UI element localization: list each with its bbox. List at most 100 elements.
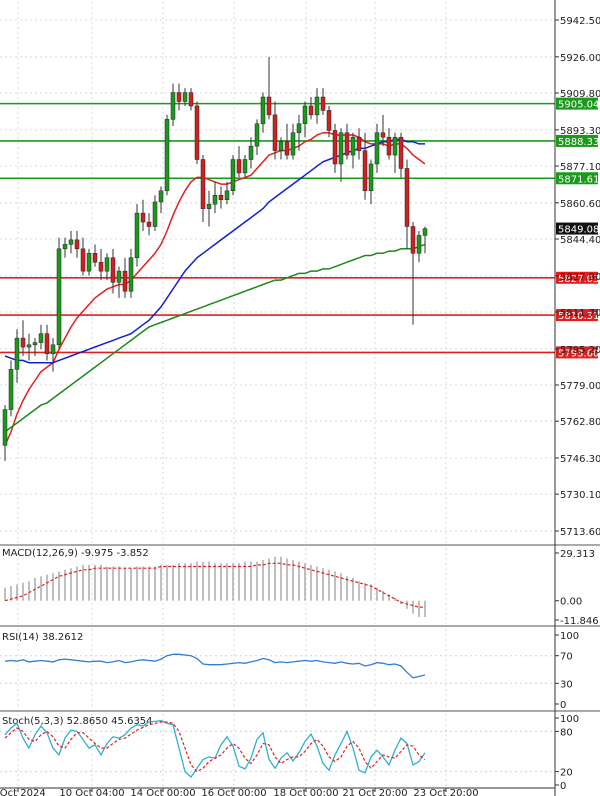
candle-body xyxy=(404,168,410,227)
rsi-y-tick-label: 30 xyxy=(560,679,573,690)
candle-body xyxy=(104,257,110,272)
y-tick-label: 5779.00 xyxy=(560,381,600,392)
candle-body xyxy=(122,270,128,292)
candle-body xyxy=(110,257,116,283)
candle-body xyxy=(116,270,122,283)
candle-body xyxy=(254,123,260,147)
candle-body xyxy=(194,105,200,160)
rsi-line xyxy=(4,653,426,679)
stoch-label: Stoch(5,3,3) 52.8650 45.6354 xyxy=(2,716,153,727)
candle-body xyxy=(260,96,266,125)
candle-body xyxy=(170,92,176,120)
rsi-y-tick-label: 100 xyxy=(560,631,579,642)
candle-body xyxy=(272,114,278,151)
candle-body xyxy=(50,344,56,354)
candle-body xyxy=(32,342,38,346)
candle-body xyxy=(146,221,152,227)
candle-body xyxy=(338,132,344,165)
macd-y-tick-label: 0.00 xyxy=(560,597,582,608)
x-tick-label: 14 Oct 00:00 xyxy=(130,788,195,796)
candle-body xyxy=(200,159,206,209)
macd-panel: MACD(12,26,9) -9.975 -3.852 29.313 0.00 -11… xyxy=(2,548,599,627)
price-panel: 5905.045888.335871.615827.035810.315793.… xyxy=(0,56,599,461)
rsi-panel: RSI(14) 38.2612 100 70 30 0 xyxy=(0,631,579,711)
macd-y-tick-label: -11.846 xyxy=(560,616,599,627)
candle-body xyxy=(392,136,398,156)
candle-body xyxy=(422,228,428,236)
macd-y-tick-label: 29.313 xyxy=(560,549,595,560)
stoch-d-line xyxy=(4,721,426,773)
candle-body xyxy=(290,132,296,156)
candle-body xyxy=(140,212,146,223)
candle-body xyxy=(182,92,188,102)
candle-body xyxy=(326,110,332,131)
moving-average-line xyxy=(4,131,426,446)
rsi-y-tick-label: 0 xyxy=(560,700,566,711)
candle-body xyxy=(296,123,302,133)
y-tick-label: 5762.80 xyxy=(560,417,600,428)
candle-body xyxy=(164,119,170,192)
candle-body xyxy=(278,141,284,151)
y-tick-label: 5844.40 xyxy=(560,235,600,246)
candle-body xyxy=(248,145,254,160)
moving-average-line xyxy=(4,138,425,364)
x-tick-label: 23 Oct 20:00 xyxy=(413,788,478,796)
y-tick-label: 5909.80 xyxy=(560,89,600,100)
x-tick-label: 9 Oct 2024 xyxy=(0,788,46,796)
trading-chart: 5905.045888.335871.615827.035810.315793.… xyxy=(0,0,600,796)
y-tick-label: 5893.30 xyxy=(560,126,600,137)
price-level-label: 5905.04 xyxy=(558,100,599,111)
candle-body xyxy=(74,239,80,250)
candle-body xyxy=(224,190,230,200)
stoch-y-tick-label: 100 xyxy=(560,714,579,725)
candle-body xyxy=(374,132,380,165)
rsi-y-tick-label: 70 xyxy=(560,652,573,663)
y-tick-label: 5827.90 xyxy=(560,272,600,283)
chart-gridlines xyxy=(0,2,555,786)
price-level-label: 5888.33 xyxy=(558,137,599,148)
candle-body xyxy=(308,105,314,116)
candle-body xyxy=(92,253,98,263)
stoch-y-tick-label: 80 xyxy=(560,727,573,738)
stoch-y-tick-label: 20 xyxy=(560,768,573,779)
candle-body xyxy=(2,409,8,446)
candle-body xyxy=(62,244,68,250)
candle-body xyxy=(98,261,104,272)
rsi-label: RSI(14) 38.2612 xyxy=(2,632,83,643)
y-tick-label: 5942.50 xyxy=(560,16,600,27)
candle-body xyxy=(356,136,362,151)
chart-axes: 5942.50 5926.00 5909.80 5893.30 5877.10 5860.… xyxy=(0,0,600,796)
candle-body xyxy=(266,96,272,116)
candle-body xyxy=(56,248,62,346)
candle-body xyxy=(176,92,182,102)
macd-label: MACD(12,26,9) -9.975 -3.852 xyxy=(2,548,149,559)
y-tick-label: 5746.30 xyxy=(560,454,600,465)
candle-body xyxy=(284,141,290,156)
candle-body xyxy=(362,150,368,192)
candle-body xyxy=(68,239,74,245)
candle-body xyxy=(320,96,326,111)
candle-body xyxy=(230,159,236,192)
current-price-label: 5849.08 xyxy=(558,225,599,236)
y-tick-label: 5730.10 xyxy=(560,490,600,501)
price-level-label: 5871.61 xyxy=(558,174,599,185)
candle-body xyxy=(158,190,164,203)
candle-body xyxy=(134,212,140,259)
candle-body xyxy=(80,248,86,272)
x-tick-label: 18 Oct 00:00 xyxy=(273,788,338,796)
y-tick-label: 5795.20 xyxy=(560,345,600,356)
moving-average-line xyxy=(4,243,426,433)
candle-body xyxy=(380,132,386,138)
candle-body xyxy=(368,163,374,192)
candle-body xyxy=(218,194,224,200)
y-tick-label: 5926.00 xyxy=(560,53,600,64)
stoch-k-line xyxy=(4,720,426,778)
candle-body xyxy=(20,337,26,348)
candle-body xyxy=(14,337,20,370)
x-tick-label: 16 Oct 00:00 xyxy=(201,788,266,796)
candle-body xyxy=(386,136,392,156)
candle-body xyxy=(188,92,194,107)
candle-body xyxy=(128,257,134,292)
candle-body xyxy=(344,132,350,156)
x-tick-label: 21 Oct 20:00 xyxy=(342,788,407,796)
